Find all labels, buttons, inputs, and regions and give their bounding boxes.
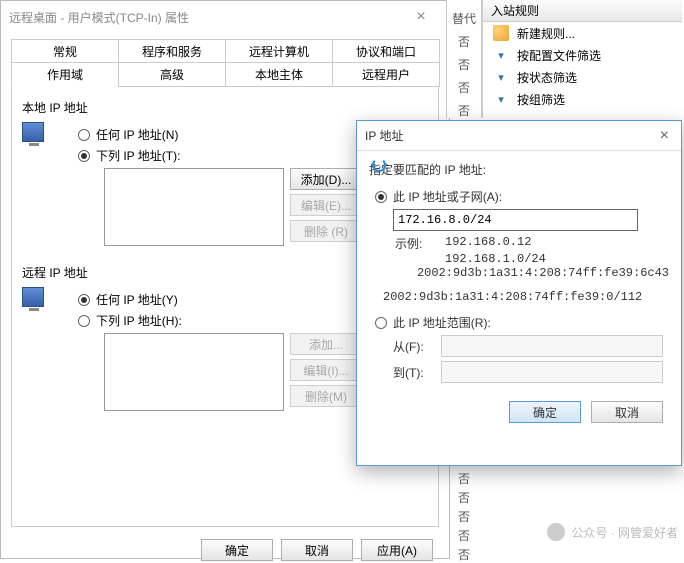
ip-subnet-input[interactable] — [393, 209, 638, 231]
properties-title: 远程桌面 - 用户模式(TCP-In) 属性 — [9, 9, 401, 26]
example-value: 192.168.1.0/24 — [445, 252, 546, 266]
override-cell: 否 — [447, 79, 481, 96]
filter-by-profile-item[interactable]: ▾ 按配置文件筛选 — [483, 44, 682, 66]
watermark-text: 公众号 · 网管爱好者 — [571, 524, 678, 541]
ip-dialog-title: IP 地址 — [365, 127, 656, 144]
from-input[interactable] — [441, 335, 663, 357]
ip-cancel-button[interactable]: 取消 — [591, 401, 663, 423]
local-add-button[interactable]: 添加(D)... — [290, 168, 362, 190]
override-cell: 否 — [446, 508, 482, 525]
example-extra: 2002:9d3b:1a31:4:208:74ff:fe39:0/112 — [383, 290, 669, 304]
computer-icon — [22, 287, 48, 313]
filter-by-profile-label: 按配置文件筛选 — [517, 47, 601, 64]
radio-remote-list[interactable] — [78, 315, 90, 327]
funnel-icon: ▾ — [493, 47, 509, 63]
match-label: 指定要匹配的 IP 地址: — [369, 161, 669, 178]
to-input[interactable] — [441, 361, 663, 383]
remote-add-button[interactable]: 添加... — [290, 333, 362, 355]
filter-by-group-item[interactable]: ▾ 按组筛选 — [483, 88, 682, 110]
radio-ip-range[interactable] — [375, 317, 387, 329]
properties-titlebar: 远程桌面 - 用户模式(TCP-In) 属性 × — [1, 1, 449, 33]
close-icon[interactable]: × — [656, 127, 673, 145]
ip-address-dialog: IP 地址 × 指定要匹配的 IP 地址: 此 IP 地址或子网(A): 示例:… — [356, 120, 682, 466]
wechat-icon — [547, 523, 565, 541]
remote-ip-listbox[interactable] — [104, 333, 284, 411]
props-ok-button[interactable]: 确定 — [201, 539, 273, 561]
radio-local-any[interactable] — [78, 129, 90, 141]
funnel-icon: ▾ — [493, 69, 509, 85]
tab-scope[interactable]: 作用域 — [11, 63, 119, 87]
override-column-lower: 否 否 否 否 否 — [446, 468, 482, 558]
radio-local-list-label: 下列 IP 地址(T): — [96, 147, 180, 164]
props-apply-button[interactable]: 应用(A) — [361, 539, 433, 561]
remote-edit-button[interactable]: 编辑(I)... — [290, 359, 362, 381]
radio-remote-any[interactable] — [78, 294, 90, 306]
from-label: 从(F): — [393, 338, 433, 355]
radio-ip-subnet-label: 此 IP 地址或子网(A): — [393, 188, 502, 205]
tab-remote-user[interactable]: 远程用户 — [332, 63, 440, 87]
new-rule-icon — [493, 25, 509, 41]
example-value: 192.168.0.12 — [445, 235, 531, 252]
override-cell: 否 — [447, 56, 481, 73]
filter-by-state-label: 按状态筛选 — [517, 69, 577, 86]
tab-programs[interactable]: 程序和服务 — [118, 39, 226, 63]
filter-by-state-item[interactable]: ▾ 按状态筛选 — [483, 66, 682, 88]
local-ip-listbox[interactable] — [104, 168, 284, 246]
local-remove-button[interactable]: 删除 (R) — [290, 220, 362, 242]
tab-advanced[interactable]: 高级 — [118, 63, 226, 87]
inbound-rules-panel: 入站规则 新建规则... ▾ 按配置文件筛选 ▾ 按状态筛选 ▾ 按组筛选 — [482, 0, 682, 118]
override-cell: 否 — [446, 489, 482, 506]
watermark: 公众号 · 网管爱好者 — [547, 523, 678, 541]
dialog-buttons: 确定 取消 应用(A) — [1, 527, 449, 561]
override-cell: 否 — [447, 33, 481, 50]
override-cell: 否 — [446, 546, 482, 563]
tab-protocols[interactable]: 协议和端口 — [332, 39, 440, 63]
inbound-rules-header: 入站规则 — [483, 0, 682, 22]
radio-local-any-label: 任何 IP 地址(N) — [96, 126, 178, 143]
computer-icon — [22, 122, 48, 148]
override-cell: 否 — [446, 470, 482, 487]
new-rule-item[interactable]: 新建规则... — [483, 22, 682, 44]
funnel-icon: ▾ — [493, 91, 509, 107]
radio-ip-subnet[interactable] — [375, 191, 387, 203]
example-label: 示例: — [395, 235, 435, 252]
override-cell: 否 — [446, 527, 482, 544]
ip-dialog-titlebar: IP 地址 × — [357, 121, 681, 151]
radio-remote-any-label: 任何 IP 地址(Y) — [96, 291, 178, 308]
close-icon[interactable]: × — [401, 8, 441, 26]
override-header: 替代 — [447, 10, 481, 27]
radio-ip-range-label: 此 IP 地址范围(R): — [393, 314, 491, 331]
to-label: 到(T): — [393, 364, 433, 381]
filter-by-group-label: 按组筛选 — [517, 91, 565, 108]
tab-general[interactable]: 常规 — [11, 39, 119, 63]
new-rule-label: 新建规则... — [517, 25, 575, 42]
example-value: 2002:9d3b:1a31:4:208:74ff:fe39:6c43 — [417, 266, 669, 280]
tab-remote-computer[interactable]: 远程计算机 — [225, 39, 333, 63]
override-column: 替代 否 否 否 否 — [446, 0, 482, 118]
props-cancel-button[interactable]: 取消 — [281, 539, 353, 561]
override-cell: 否 — [447, 102, 481, 119]
radio-local-list[interactable] — [78, 150, 90, 162]
local-edit-button[interactable]: 编辑(E)... — [290, 194, 362, 216]
tab-local-principal[interactable]: 本地主体 — [225, 63, 333, 87]
ip-ok-button[interactable]: 确定 — [509, 401, 581, 423]
radio-remote-list-label: 下列 IP 地址(H): — [96, 312, 182, 329]
remote-remove-button[interactable]: 删除(M) — [290, 385, 362, 407]
local-ip-label: 本地 IP 地址 — [22, 99, 428, 116]
